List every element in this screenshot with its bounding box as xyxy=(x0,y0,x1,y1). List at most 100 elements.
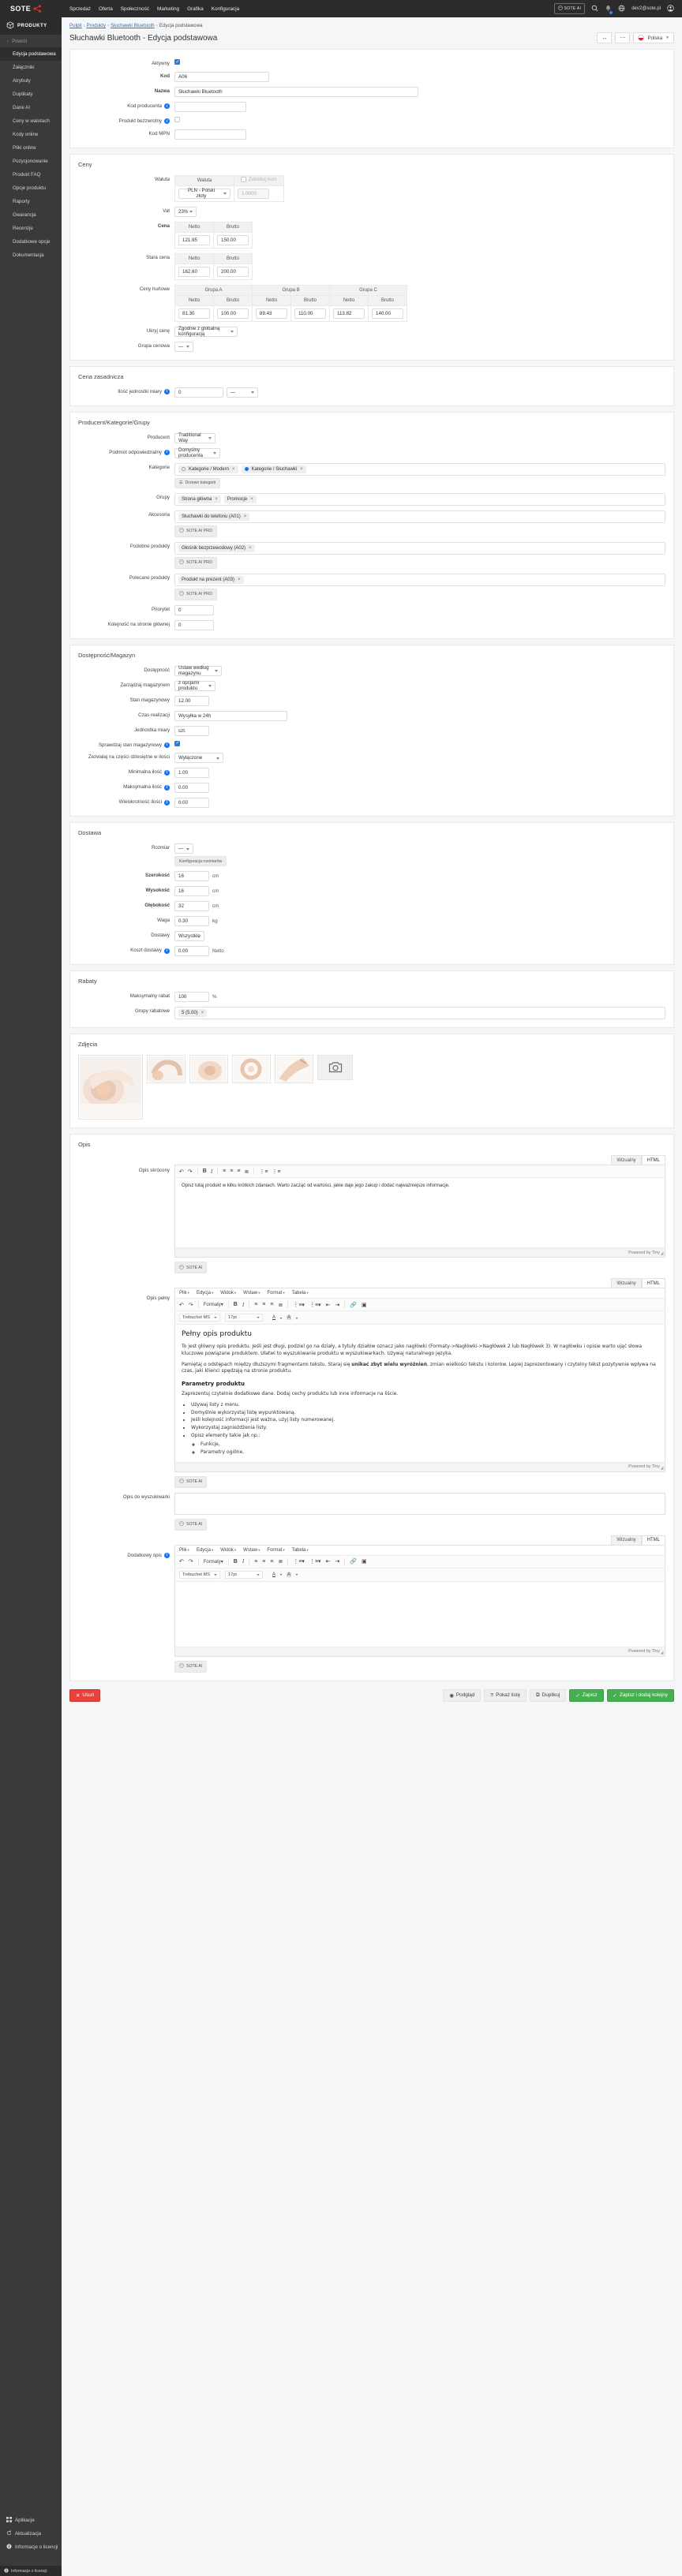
chevron-down-icon[interactable]: ▾ xyxy=(296,1572,298,1576)
czesci-dziesietne-select[interactable]: Wyłączone xyxy=(174,753,223,764)
kod-mpn-input[interactable] xyxy=(174,129,246,140)
hurt-a-brutto-input[interactable]: 100.00 xyxy=(217,308,249,319)
token-akcesoria-item[interactable]: Słuchawki do telefonu (A01) × xyxy=(178,512,250,521)
undo-icon[interactable]: ↶ xyxy=(179,1558,184,1565)
sidebar-item-gwarancja[interactable]: Gwarancja xyxy=(0,208,62,222)
token-strona-glowna[interactable]: Strona główna × xyxy=(178,495,221,503)
kategorie-token-input[interactable]: Kategorie / Modern × Kategorie / Słuchaw… xyxy=(174,462,665,476)
tab-html[interactable]: HTML xyxy=(641,1155,665,1165)
grupy-rabatowe-token-input[interactable]: 5 (5.00) × xyxy=(174,1007,665,1020)
chevron-down-icon[interactable]: ▾ xyxy=(280,1316,282,1320)
sidebar-item-ceny-w-walutach[interactable]: Ceny w walutach xyxy=(0,114,62,128)
remove-icon[interactable]: × xyxy=(238,578,241,582)
brand-logo[interactable]: SOTE xyxy=(0,5,62,13)
align-right-icon[interactable]: ≡ xyxy=(270,1302,273,1307)
aktywny-checkbox[interactable] xyxy=(174,59,180,65)
podobne-token-input[interactable]: Głośnik bezprzewodowy (A02) × xyxy=(174,541,665,555)
menu-wstaw[interactable]: Wstaw xyxy=(243,1291,260,1295)
wysokosc-input[interactable]: 16 xyxy=(174,886,209,897)
menu-tabela[interactable]: Tabela xyxy=(292,1291,309,1295)
sidebar-item-pozycjonowanie[interactable]: Pozycjonowanie xyxy=(0,155,62,168)
maksymalny-rabat-input[interactable]: 100 xyxy=(174,992,209,1003)
globe-icon[interactable] xyxy=(618,5,625,13)
font-family-select[interactable]: Trebuchet MS xyxy=(179,1314,220,1322)
menu-edycja[interactable]: Edycja xyxy=(197,1291,213,1295)
highlight-color-icon[interactable]: A xyxy=(287,1572,292,1577)
breadcrumb-sluchawki[interactable]: Słuchawki Bluetooth xyxy=(111,23,155,28)
chevron-down-icon[interactable]: ▾ xyxy=(296,1316,298,1320)
bullet-list-icon[interactable]: ⋮≡▾ xyxy=(293,1302,305,1308)
priorytet-input[interactable]: 0 xyxy=(174,604,214,615)
menu-widok[interactable]: Widok xyxy=(220,1291,236,1295)
konfiguracja-rozmiarow-button[interactable]: Konfiguracja rozmiarów xyxy=(174,856,227,867)
info-icon[interactable]: i xyxy=(164,1553,170,1559)
save-button[interactable]: ✓ Zapisz xyxy=(569,1688,604,1702)
hurt-a-netto-input[interactable]: 81.30 xyxy=(178,308,210,319)
redo-icon[interactable]: ↷ xyxy=(188,1168,193,1175)
indent-icon[interactable]: ⇥ xyxy=(335,1558,339,1565)
highlight-color-icon[interactable]: A xyxy=(287,1315,292,1321)
zarzadzaj-select[interactable]: z opcjami produktu xyxy=(174,680,215,691)
menu-tabela[interactable]: Tabela xyxy=(292,1548,309,1553)
token-kategorie-modern[interactable]: Kategorie / Modern × xyxy=(178,465,238,473)
sprawdzaj-stan-checkbox[interactable] xyxy=(174,740,180,746)
opis-skrocony-content[interactable]: Opisz tutaj produkt w kilku krótkich zda… xyxy=(175,1178,665,1247)
more-options-button[interactable]: ⋯ xyxy=(615,32,631,43)
image-icon[interactable]: ▣ xyxy=(362,1558,367,1565)
hurt-c-netto-input[interactable]: 113.82 xyxy=(333,308,365,319)
photo-thumbnail-4[interactable] xyxy=(275,1055,313,1084)
sidebar-item-dane-ai[interactable]: Dane AI xyxy=(0,101,62,114)
nav-oferta[interactable]: Oferta xyxy=(99,6,113,12)
info-icon[interactable]: i xyxy=(164,118,170,125)
resize-grip[interactable]: ◢ xyxy=(661,1251,664,1256)
radio-icon[interactable] xyxy=(182,467,185,471)
text-color-icon[interactable]: A xyxy=(272,1572,275,1577)
menu-format[interactable]: Format xyxy=(267,1548,284,1553)
link-icon[interactable]: 🔗 xyxy=(350,1302,357,1308)
menu-edycja[interactable]: Edycja xyxy=(197,1548,213,1553)
cena-netto-input[interactable]: 121.95 xyxy=(178,234,210,245)
token-polecane-item[interactable]: Produkt na prezent (A03) × xyxy=(178,575,244,584)
align-left-icon[interactable]: ≡ xyxy=(254,1559,257,1565)
sidebar-item-zalaczniki[interactable]: Załączniki xyxy=(0,61,62,74)
cena-brutto-input[interactable]: 150.00 xyxy=(217,234,249,245)
opis-wyszukiwarka-content[interactable] xyxy=(175,1494,665,1514)
remove-icon[interactable]: × xyxy=(249,546,252,551)
token-kategorie-sluchawki[interactable]: Kategorie / Słuchawki × xyxy=(241,465,306,473)
outdent-icon[interactable]: ⇤ xyxy=(326,1558,331,1565)
radio-icon[interactable] xyxy=(244,467,249,471)
sote-ai-button-skrocony[interactable]: SOTE AI xyxy=(174,1262,208,1274)
info-icon[interactable]: i xyxy=(164,103,170,110)
maksymalna-ilosc-input[interactable]: 0.00 xyxy=(174,783,209,794)
sidebar-item-duplikaty[interactable]: Duplikaty xyxy=(0,88,62,101)
menu-format[interactable]: Format xyxy=(267,1291,284,1295)
align-justify-icon[interactable]: ≣ xyxy=(278,1302,283,1308)
sidebar-item-edycja-podstawowa[interactable]: Edycja podstawowa xyxy=(0,47,62,61)
numbered-list-icon[interactable]: ⋮≡▾ xyxy=(309,1302,321,1308)
align-justify-icon[interactable]: ≣ xyxy=(244,1168,249,1175)
sidebar-status-bar[interactable]: Informacje o licencji xyxy=(0,2566,62,2576)
undo-icon[interactable]: ↶ xyxy=(179,1302,184,1308)
hurt-b-brutto-input[interactable]: 110.00 xyxy=(294,308,326,319)
dodatkowy-opis-content[interactable] xyxy=(175,1582,665,1647)
bullet-list-icon[interactable]: ⋮≡▾ xyxy=(293,1558,305,1565)
sote-ai-button-dodatkowy[interactable]: SOTE AI xyxy=(174,1660,208,1673)
italic-icon[interactable]: I xyxy=(242,1302,244,1308)
sidebar-item-raporty[interactable]: Raporty xyxy=(0,195,62,208)
tab-wizualny[interactable]: Wizualny xyxy=(611,1155,642,1165)
nav-marketing[interactable]: Marketing xyxy=(157,6,179,12)
hurt-b-netto-input[interactable]: 89.43 xyxy=(256,308,287,319)
drzewo-kategorii-button[interactable]: ☰ Drzewo kategorii xyxy=(174,477,221,488)
info-icon[interactable]: i xyxy=(164,784,170,791)
redo-icon[interactable]: ↷ xyxy=(189,1558,193,1565)
photo-thumbnail-main[interactable] xyxy=(78,1055,143,1120)
jednostka-miary-select[interactable]: — xyxy=(227,387,258,398)
opis-pelny-content[interactable]: Pełny opis produktu To jest główny opis … xyxy=(175,1325,665,1461)
sidebar-item-informacje-o-licencji[interactable]: Informacje o licencji xyxy=(0,2540,62,2554)
info-icon[interactable]: i xyxy=(164,799,170,806)
sidebar-item-opcje-produktu[interactable]: Opcje produktu xyxy=(0,181,62,195)
formaty-dropdown[interactable]: Formaty▾ xyxy=(204,1302,223,1307)
sidebar-item-atrybuty[interactable]: Atrybuty xyxy=(0,74,62,88)
ukryj-cene-select[interactable]: Zgodnie z globalną konfiguracją xyxy=(174,326,238,337)
token-podobne-item[interactable]: Głośnik bezprzewodowy (A02) × xyxy=(178,544,255,552)
